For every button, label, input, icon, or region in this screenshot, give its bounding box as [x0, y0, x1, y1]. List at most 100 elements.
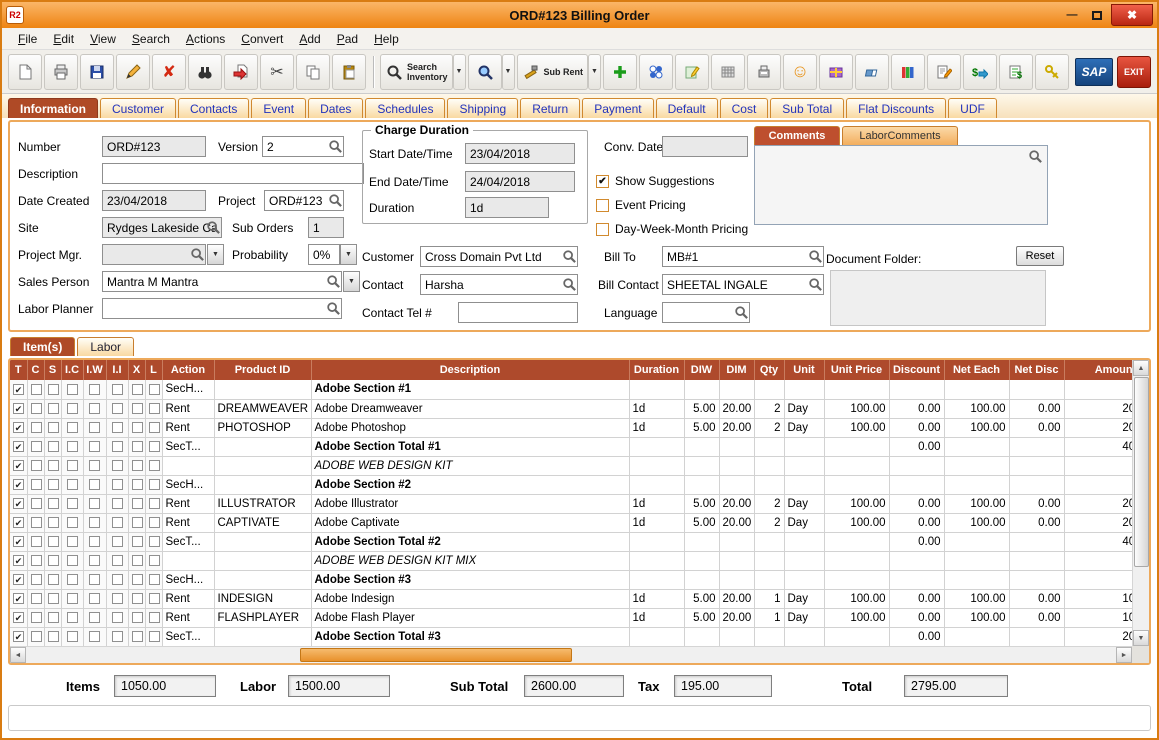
row-checkbox-c[interactable]: [31, 593, 42, 604]
copy-button[interactable]: [296, 54, 330, 90]
cell-discount[interactable]: [889, 456, 944, 475]
cell-dim[interactable]: 20.00: [719, 513, 754, 532]
cell-diw[interactable]: [684, 627, 719, 646]
row-checkbox-i-i[interactable]: [112, 612, 123, 623]
project-lookup-icon[interactable]: [328, 193, 342, 207]
row-checkbox-x[interactable]: [132, 555, 143, 566]
print-button[interactable]: [44, 54, 78, 90]
cell-net-disc[interactable]: 0.00: [1009, 418, 1064, 437]
row-checkbox-t[interactable]: [13, 536, 24, 547]
cell-diw[interactable]: [684, 532, 719, 551]
row-checkbox-x[interactable]: [132, 403, 143, 414]
sub-rent-button[interactable]: Sub Rent: [517, 54, 589, 90]
maximize-button[interactable]: [1086, 6, 1108, 24]
cell-unit[interactable]: [784, 475, 824, 494]
eraser-button[interactable]: [855, 54, 889, 90]
cell-unit[interactable]: [784, 551, 824, 570]
row-checkbox-l[interactable]: [149, 498, 160, 509]
cell-diw[interactable]: [684, 380, 719, 399]
cell-diw[interactable]: 5.00: [684, 608, 719, 627]
cell-net-each[interactable]: [944, 551, 1009, 570]
cell-diw[interactable]: [684, 456, 719, 475]
cell-unit-price[interactable]: 100.00: [824, 399, 889, 418]
billing-transfer-button[interactable]: $: [963, 54, 997, 90]
cell-dim[interactable]: [719, 437, 754, 456]
cell-net-each[interactable]: [944, 456, 1009, 475]
cell-net-disc[interactable]: 0.00: [1009, 494, 1064, 513]
cell-duration[interactable]: [629, 551, 684, 570]
row-checkbox-x[interactable]: [132, 593, 143, 604]
sales-person-field[interactable]: Mantra M Mantra: [102, 271, 342, 292]
checkbox-box[interactable]: [596, 223, 609, 236]
col-amount[interactable]: Amount: [1064, 360, 1132, 380]
cell-unit[interactable]: [784, 380, 824, 399]
row-checkbox-x[interactable]: [132, 460, 143, 471]
row-checkbox-i-i[interactable]: [112, 555, 123, 566]
checkbox-box[interactable]: [596, 199, 609, 212]
tab-comments[interactable]: Comments: [754, 126, 840, 145]
cell-amount[interactable]: [1064, 380, 1132, 399]
cut-button[interactable]: ✂: [260, 54, 294, 90]
cell-product-id[interactable]: [214, 570, 311, 589]
cell-amount[interactable]: [1064, 551, 1132, 570]
row-checkbox-t[interactable]: [13, 441, 24, 452]
sap-button[interactable]: SAP: [1075, 58, 1113, 86]
vertical-scrollbar[interactable]: ▲ ▼: [1132, 360, 1149, 646]
minimize-button[interactable]: [1061, 6, 1083, 24]
row-checkbox-i-w[interactable]: [89, 555, 100, 566]
cell-description[interactable]: Adobe Section Total #1: [311, 437, 629, 456]
menu-add[interactable]: Add: [291, 30, 328, 48]
labor-total-field[interactable]: 1500.00: [288, 675, 390, 697]
cell-net-each[interactable]: [944, 380, 1009, 399]
cell-net-each[interactable]: 100.00: [944, 494, 1009, 513]
cell-net-each[interactable]: [944, 475, 1009, 494]
row-checkbox-l[interactable]: [149, 479, 160, 490]
cell-unit[interactable]: [784, 627, 824, 646]
cell-net-each[interactable]: 100.00: [944, 399, 1009, 418]
close-button[interactable]: [1111, 4, 1153, 26]
cell-action[interactable]: Rent: [162, 399, 214, 418]
tab-default[interactable]: Default: [656, 98, 718, 118]
menu-edit[interactable]: Edit: [45, 30, 82, 48]
new-document-button[interactable]: [8, 54, 42, 90]
row-checkbox-i-w[interactable]: [89, 441, 100, 452]
quick-find-button[interactable]: [468, 54, 502, 90]
col-i-i[interactable]: I.I: [106, 360, 128, 380]
col-dim[interactable]: DIM: [719, 360, 754, 380]
row-checkbox-i-i[interactable]: [112, 498, 123, 509]
row-checkbox-c[interactable]: [31, 555, 42, 566]
cell-amount[interactable]: [1064, 456, 1132, 475]
exit-button[interactable]: EXIT: [1117, 56, 1151, 88]
tab-items[interactable]: Item(s): [10, 337, 75, 356]
cell-diw[interactable]: 5.00: [684, 399, 719, 418]
menu-convert[interactable]: Convert: [233, 30, 291, 48]
cell-net-each[interactable]: 100.00: [944, 608, 1009, 627]
cell-unit-price[interactable]: 100.00: [824, 513, 889, 532]
cell-qty[interactable]: [754, 627, 784, 646]
cell-description[interactable]: Adobe Section #1: [311, 380, 629, 399]
col-c[interactable]: C: [27, 360, 44, 380]
row-checkbox-i-i[interactable]: [112, 517, 123, 528]
row-checkbox-i-c[interactable]: [67, 460, 78, 471]
row-checkbox-i-c[interactable]: [67, 479, 78, 490]
cell-qty[interactable]: 2: [754, 399, 784, 418]
items-total-field[interactable]: 1050.00: [114, 675, 216, 697]
paste-button[interactable]: [332, 54, 366, 90]
row-checkbox-l[interactable]: [149, 612, 160, 623]
col-l[interactable]: L: [145, 360, 162, 380]
vertical-scroll-thumb[interactable]: [1134, 377, 1149, 567]
cell-unit-price[interactable]: [824, 380, 889, 399]
row-checkbox-i-i[interactable]: [112, 460, 123, 471]
end-date-field[interactable]: 24/04/2018: [465, 171, 575, 192]
row-checkbox-i-w[interactable]: [89, 403, 100, 414]
cell-net-disc[interactable]: [1009, 570, 1064, 589]
cell-discount[interactable]: [889, 551, 944, 570]
row-checkbox-l[interactable]: [149, 574, 160, 585]
cell-qty[interactable]: 1: [754, 589, 784, 608]
row-checkbox-c[interactable]: [31, 612, 42, 623]
cell-net-each[interactable]: [944, 570, 1009, 589]
cell-amount[interactable]: 200.00: [1064, 513, 1132, 532]
cell-amount[interactable]: 400.00: [1064, 532, 1132, 551]
cell-action[interactable]: [162, 551, 214, 570]
cell-unit[interactable]: Day: [784, 513, 824, 532]
